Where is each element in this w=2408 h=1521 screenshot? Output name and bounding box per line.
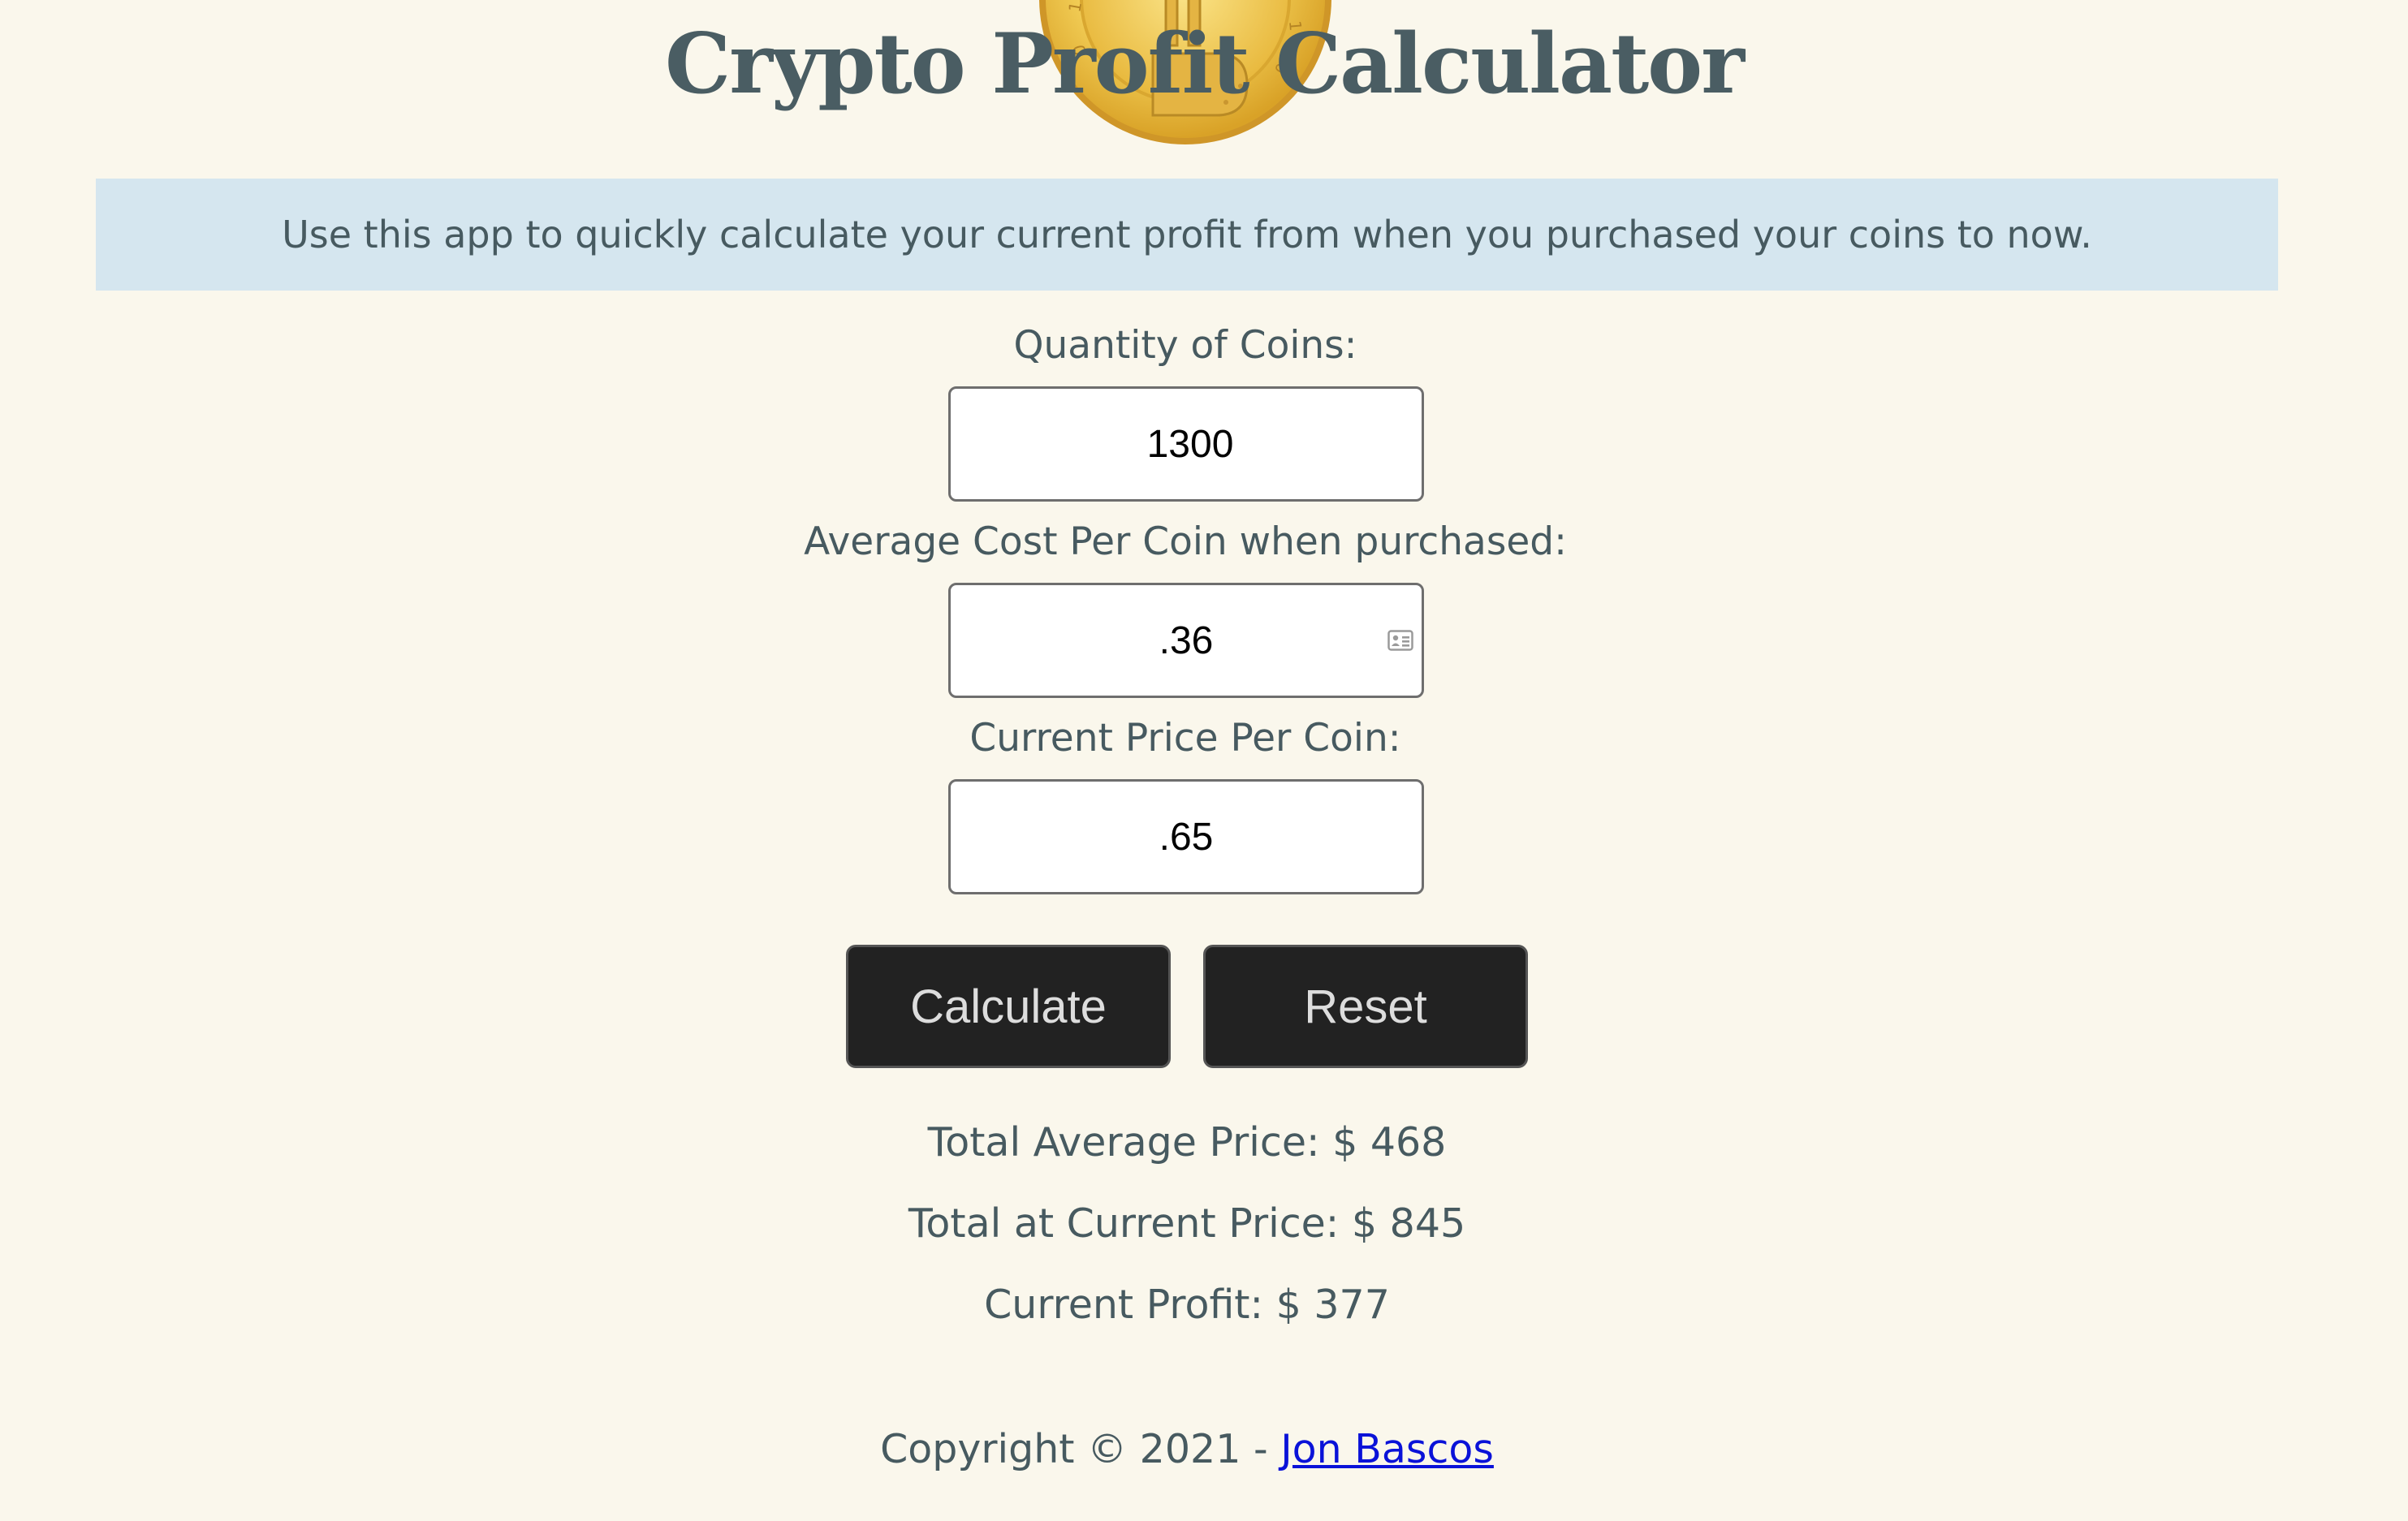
- intro-banner: Use this app to quickly calculate your c…: [96, 179, 2278, 291]
- reset-button[interactable]: Reset: [1203, 945, 1528, 1068]
- author-link[interactable]: Jon Bascos: [1280, 1426, 1494, 1472]
- avg-cost-input[interactable]: .36: [948, 583, 1424, 698]
- avg-cost-value: .36: [1159, 618, 1214, 662]
- current-price-input[interactable]: .65: [948, 779, 1424, 894]
- total-current-price: Total at Current Price: $ 845: [908, 1200, 1466, 1247]
- copyright-text: Copyright © 2021 -: [880, 1426, 1268, 1472]
- page-header: 0 1 0 0 1 0 Crypto Profit Calculator: [0, 0, 2408, 146]
- calculate-button[interactable]: Calculate: [846, 945, 1171, 1068]
- current-price-value: .65: [1159, 815, 1214, 859]
- current-profit: Current Profit: $ 377: [984, 1282, 1390, 1328]
- quantity-input[interactable]: 1300: [948, 386, 1424, 502]
- contact-card-icon[interactable]: [1387, 629, 1413, 652]
- total-average-price: Total Average Price: $ 468: [927, 1119, 1447, 1166]
- quantity-value: 1300: [1146, 422, 1234, 466]
- page-title: Crypto Profit Calculator: [665, 15, 1745, 113]
- current-price-label: Current Price Per Coin:: [969, 716, 1401, 760]
- footer: Copyright © 2021 - Jon Bascos: [0, 1425, 2374, 1474]
- quantity-label: Quantity of Coins:: [1013, 323, 1357, 368]
- intro-text: Use this app to quickly calculate your c…: [282, 213, 2092, 256]
- avg-cost-label: Average Cost Per Coin when purchased:: [804, 519, 1567, 564]
